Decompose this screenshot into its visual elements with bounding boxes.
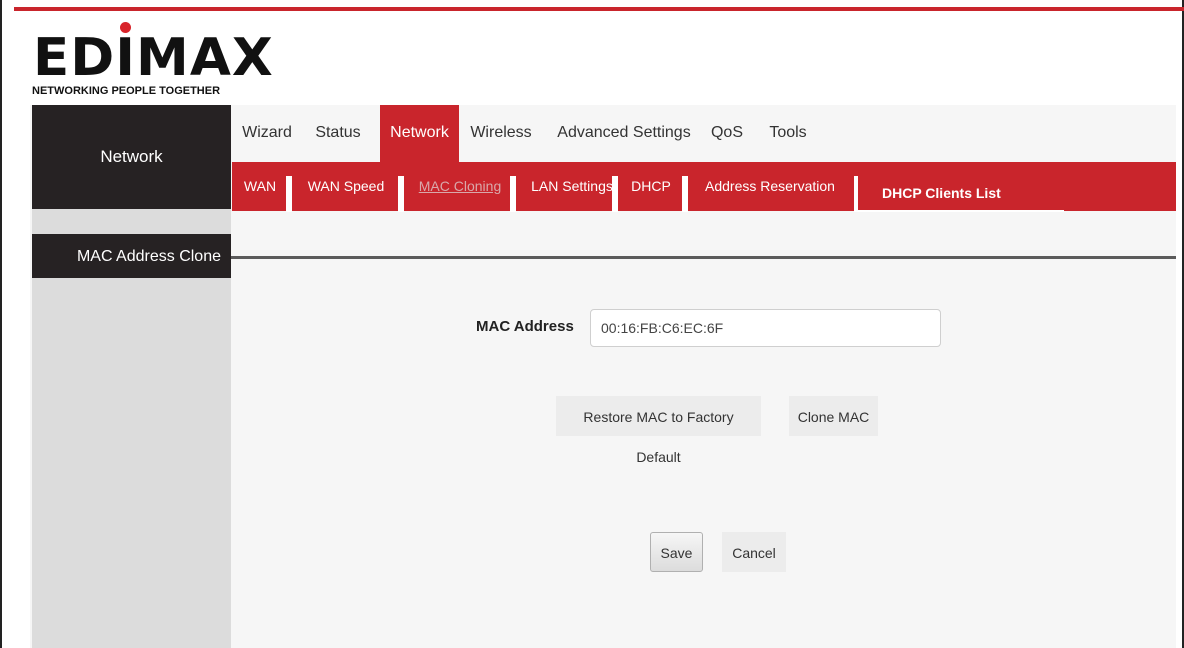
save-button[interactable]: Save xyxy=(650,532,703,572)
sidebar-spacer xyxy=(32,209,231,234)
tab-network[interactable]: Network xyxy=(380,105,459,162)
tab-status[interactable]: Status xyxy=(310,105,366,162)
section-divider xyxy=(231,256,1176,259)
edimax-logo: EDIMAX NETWORKING PEOPLE TOGETHER xyxy=(31,22,273,102)
subtab-separator xyxy=(286,176,292,212)
logo-tagline: NETWORKING PEOPLE TOGETHER xyxy=(32,85,221,97)
subtab-address-reservation[interactable]: Address Reservation xyxy=(692,162,848,211)
sub-navigation: WAN WAN Speed MAC Cloning LAN Settings D… xyxy=(232,162,1176,212)
tab-qos[interactable]: QoS xyxy=(706,105,748,162)
restore-mac-button[interactable]: Restore MAC to Factory Default xyxy=(556,396,761,465)
sidebar-item-mac-address-clone[interactable]: MAC Address Clone xyxy=(32,234,231,278)
mac-address-field[interactable] xyxy=(590,309,941,347)
sidebar: Network MAC Address Clone xyxy=(32,105,231,648)
clone-mac-button[interactable]: Clone MAC xyxy=(789,396,878,436)
subtab-wan-speed[interactable]: WAN Speed xyxy=(298,162,394,211)
subtab-mac-cloning[interactable]: MAC Cloning xyxy=(410,162,510,211)
tab-wireless[interactable]: Wireless xyxy=(464,105,538,162)
subtab-separator xyxy=(398,176,404,212)
subtab-separator xyxy=(612,176,618,212)
subtab-separator xyxy=(510,176,516,212)
subtab-separator xyxy=(682,176,688,212)
cancel-button[interactable]: Cancel xyxy=(722,532,786,572)
tab-advanced-settings[interactable]: Advanced Settings xyxy=(554,105,694,162)
top-accent-rule xyxy=(14,7,1184,11)
logo-brand: EDIMAX xyxy=(33,28,274,88)
subtab-dhcp[interactable]: DHCP xyxy=(622,162,680,211)
subtab-dhcp-clients-list[interactable]: DHCP Clients List xyxy=(858,172,1064,212)
sidebar-section-title: Network xyxy=(32,105,231,209)
mac-address-label: MAC Address xyxy=(476,318,574,335)
subtab-wan[interactable]: WAN xyxy=(238,162,282,211)
tab-tools[interactable]: Tools xyxy=(762,105,814,162)
tab-wizard[interactable]: Wizard xyxy=(232,105,302,162)
subtab-lan-settings[interactable]: LAN Settings xyxy=(522,162,622,211)
